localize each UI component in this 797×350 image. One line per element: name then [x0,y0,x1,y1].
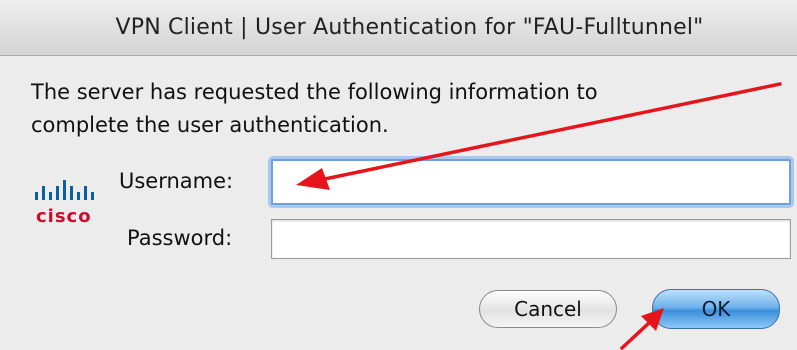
cisco-logo: cisco [33,172,123,232]
cisco-bars-icon [35,180,94,200]
cancel-button[interactable]: Cancel [479,290,617,328]
password-label: Password: [127,226,233,250]
cisco-wordmark: cisco [36,206,92,227]
annotation-arrow-ok [620,320,652,350]
message-line-2: complete the user authentication. [31,113,389,137]
message-line-1: The server has requested the following i… [31,80,598,104]
auth-message: The server has requested the following i… [31,76,771,142]
username-label: Username: [119,169,234,193]
window-title: VPN Client | User Authentication for "FA… [115,15,704,40]
title-bar: VPN Client | User Authentication for "FA… [0,0,797,56]
ok-button[interactable]: OK [652,289,780,329]
password-input[interactable] [271,219,791,259]
username-input[interactable] [271,159,791,205]
